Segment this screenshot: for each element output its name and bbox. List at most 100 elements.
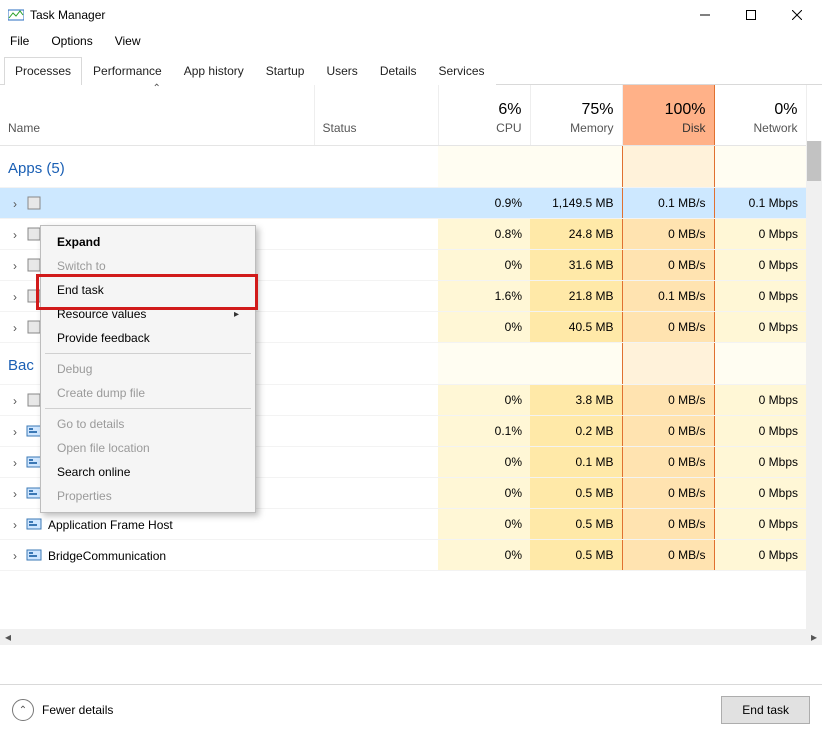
task-manager-icon xyxy=(8,7,24,23)
network-cell: 0 Mbps xyxy=(714,478,806,509)
table-row[interactable]: ›BridgeCommunication0%0.5 MB0 MB/s0 Mbps xyxy=(0,540,806,571)
col-memory[interactable]: 75% Memory xyxy=(530,85,622,146)
tab-details[interactable]: Details xyxy=(369,57,428,85)
maximize-button[interactable] xyxy=(728,0,774,30)
table-row[interactable]: ›Application Frame Host0%0.5 MB0 MB/s0 M… xyxy=(0,509,806,540)
titlebar: Task Manager xyxy=(0,0,822,30)
memory-cell: 3.8 MB xyxy=(530,385,622,416)
process-name-label: Application Frame Host xyxy=(48,518,173,532)
menu-item-label: Properties xyxy=(57,489,112,503)
expander-icon[interactable]: › xyxy=(8,228,22,242)
status-cell xyxy=(314,312,438,343)
group-header[interactable]: Apps (5) xyxy=(0,146,314,188)
disk-usage-value: 100% xyxy=(631,101,706,119)
disk-cell: 0 MB/s xyxy=(622,478,714,509)
menu-item-label: Switch to xyxy=(57,259,106,273)
disk-cell: 0.1 MB/s xyxy=(622,188,714,219)
memory-cell: 1,149.5 MB xyxy=(530,188,622,219)
col-disk[interactable]: 100% Disk xyxy=(622,85,714,146)
table-row[interactable]: ›0.9%1,149.5 MB0.1 MB/s0.1 Mbps xyxy=(0,188,806,219)
menu-item-search-online[interactable]: Search online xyxy=(43,460,253,484)
cpu-cell: 0% xyxy=(438,447,530,478)
menu-item-expand[interactable]: Expand xyxy=(43,230,253,254)
minimize-button[interactable] xyxy=(682,0,728,30)
memory-cell: 0.2 MB xyxy=(530,416,622,447)
tab-services[interactable]: Services xyxy=(428,57,496,85)
col-cpu[interactable]: 6% CPU xyxy=(438,85,530,146)
process-name-cell[interactable]: › Application Frame Host xyxy=(0,509,314,540)
scroll-right-icon[interactable]: ▸ xyxy=(806,629,822,645)
close-button[interactable] xyxy=(774,0,820,30)
col-network-label: Network xyxy=(753,121,797,135)
network-cell: 0 Mbps xyxy=(714,509,806,540)
tab-processes[interactable]: Processes xyxy=(4,57,82,85)
network-cell: 0 Mbps xyxy=(714,250,806,281)
menu-item-debug: Debug xyxy=(43,357,253,381)
expander-icon[interactable]: › xyxy=(8,549,22,563)
expander-icon[interactable]: › xyxy=(8,394,22,408)
process-icon xyxy=(26,195,42,211)
status-cell xyxy=(314,250,438,281)
menubar: File Options View xyxy=(0,30,822,56)
cpu-cell: 1.6% xyxy=(438,281,530,312)
tab-startup[interactable]: Startup xyxy=(255,57,316,85)
expander-icon[interactable]: › xyxy=(8,487,22,501)
col-name[interactable]: ⌃ Name xyxy=(0,85,314,146)
tab-app-history[interactable]: App history xyxy=(173,57,255,85)
disk-cell: 0 MB/s xyxy=(622,385,714,416)
col-network[interactable]: 0% Network xyxy=(714,85,806,146)
process-icon xyxy=(26,547,42,563)
process-name-cell[interactable]: › xyxy=(0,188,314,219)
memory-cell: 31.6 MB xyxy=(530,250,622,281)
status-cell xyxy=(314,188,438,219)
expander-icon[interactable]: › xyxy=(8,197,22,211)
menu-item-label: End task xyxy=(57,283,104,297)
end-task-button[interactable]: End task xyxy=(721,696,810,724)
expander-icon[interactable]: › xyxy=(8,321,22,335)
scroll-left-icon[interactable]: ◂ xyxy=(0,629,16,645)
network-cell: 0 Mbps xyxy=(714,219,806,250)
network-cell: 0 Mbps xyxy=(714,540,806,571)
status-cell xyxy=(314,509,438,540)
disk-cell: 0 MB/s xyxy=(622,509,714,540)
memory-cell: 0.5 MB xyxy=(530,509,622,540)
menu-item-switch-to: Switch to xyxy=(43,254,253,278)
menu-separator xyxy=(45,353,251,354)
network-cell: 0 Mbps xyxy=(714,447,806,478)
memory-cell: 40.5 MB xyxy=(530,312,622,343)
scrollbar-thumb[interactable] xyxy=(807,141,821,181)
expander-icon[interactable]: › xyxy=(8,259,22,273)
status-cell xyxy=(314,540,438,571)
menu-view[interactable]: View xyxy=(113,32,143,50)
expander-icon[interactable]: › xyxy=(8,518,22,532)
status-cell xyxy=(314,416,438,447)
horizontal-scrollbar[interactable]: ◂ ▸ xyxy=(0,629,822,645)
tab-performance[interactable]: Performance xyxy=(82,57,173,85)
menu-item-end-task[interactable]: End task xyxy=(43,278,253,302)
expander-icon[interactable]: › xyxy=(8,290,22,304)
process-name-cell[interactable]: ›BridgeCommunication xyxy=(0,540,314,571)
status-cell xyxy=(314,478,438,509)
expander-icon[interactable]: › xyxy=(8,456,22,470)
menu-options[interactable]: Options xyxy=(49,32,94,50)
status-cell xyxy=(314,385,438,416)
menu-item-label: Expand xyxy=(57,235,100,249)
menu-file[interactable]: File xyxy=(8,32,31,50)
menu-item-go-to-details: Go to details xyxy=(43,412,253,436)
menu-item-resource-values[interactable]: Resource values▸ xyxy=(43,302,253,326)
fewer-details-button[interactable]: ⌃ Fewer details xyxy=(12,699,113,721)
menu-item-open-file-location: Open file location xyxy=(43,436,253,460)
col-status[interactable]: Status xyxy=(314,85,438,146)
tab-users[interactable]: Users xyxy=(315,57,368,85)
cpu-cell: 0.1% xyxy=(438,416,530,447)
menu-item-label: Go to details xyxy=(57,417,124,431)
menu-item-label: Resource values xyxy=(57,307,146,321)
cpu-cell: 0% xyxy=(438,540,530,571)
cpu-cell: 0.9% xyxy=(438,188,530,219)
tab-strip: Processes Performance App history Startu… xyxy=(0,56,822,85)
cpu-usage-value: 6% xyxy=(447,101,522,119)
column-headers-row: ⌃ Name Status 6% CPU 75% Memory 100% Dis… xyxy=(0,85,806,146)
expander-icon[interactable]: › xyxy=(8,425,22,439)
vertical-scrollbar[interactable] xyxy=(806,141,822,645)
menu-item-provide-feedback[interactable]: Provide feedback xyxy=(43,326,253,350)
